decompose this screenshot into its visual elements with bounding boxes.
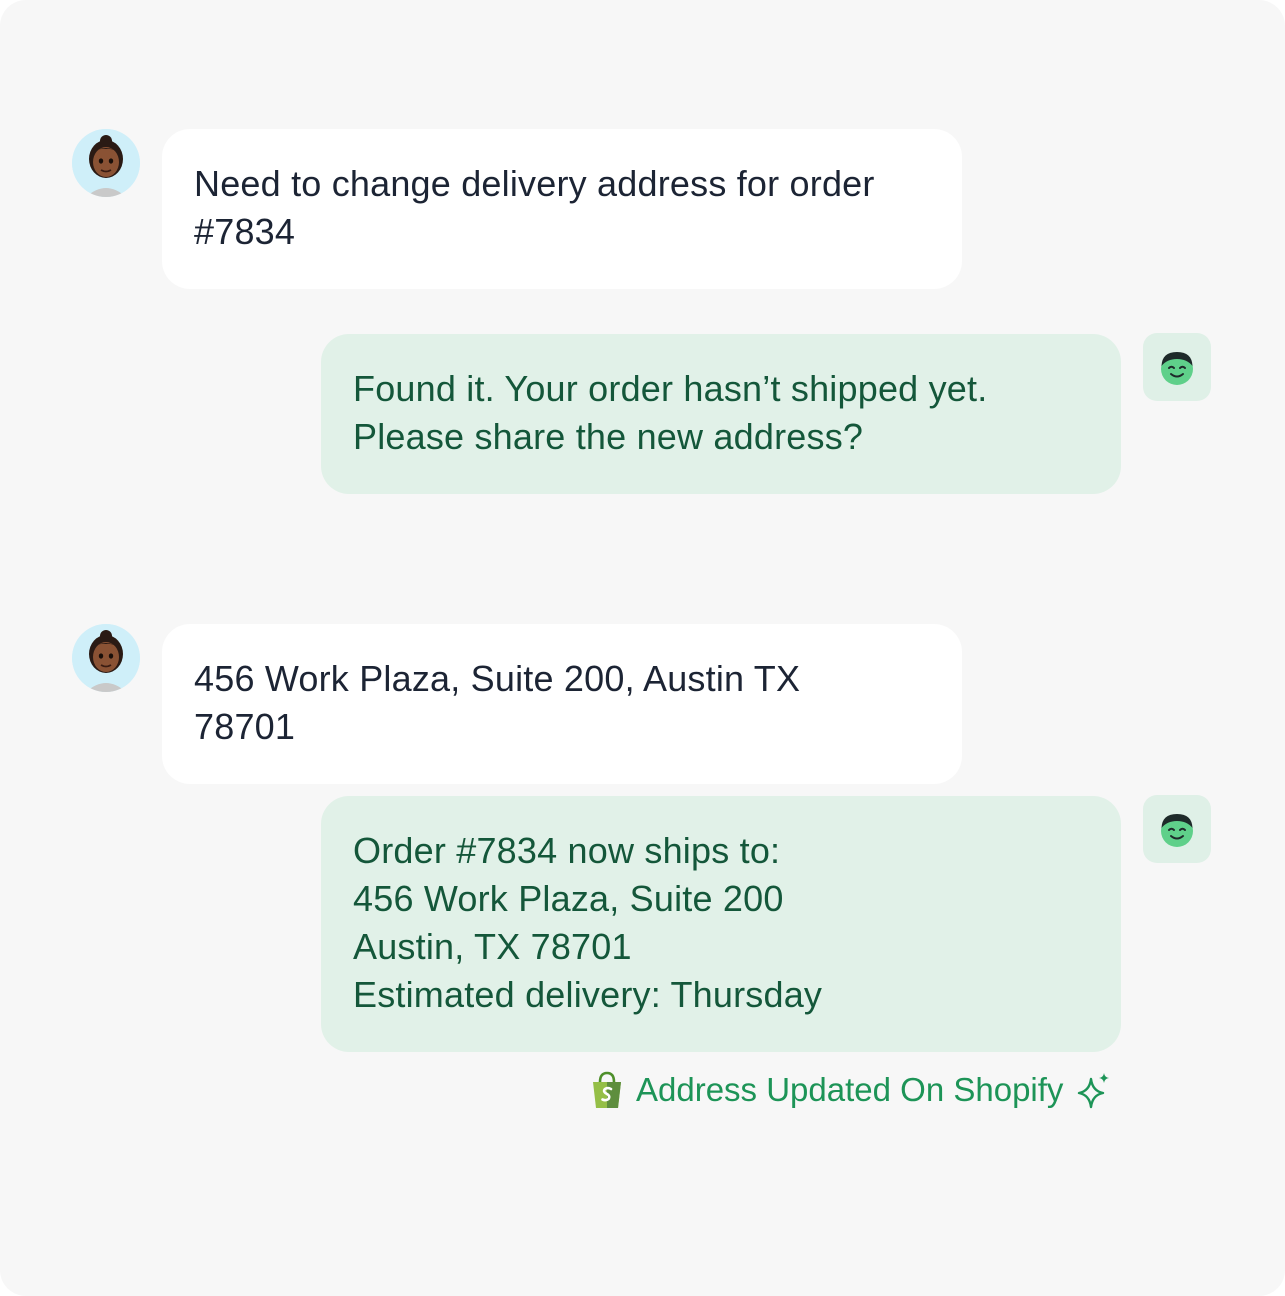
message-text-line: Estimated delivery: Thursday	[353, 974, 823, 1015]
message-text-line: Order #7834 now ships to:	[353, 830, 781, 871]
message-text-line: 456 Work Plaza, Suite 200, Austin TX	[194, 658, 801, 699]
message-bubble-bot: Order #7834 now ships to: 456 Work Plaza…	[321, 796, 1121, 1052]
message-bubble-user: 456 Work Plaza, Suite 200, Austin TX 787…	[162, 624, 962, 784]
sparkle-icon	[1078, 1073, 1110, 1109]
bot-face-icon	[1161, 352, 1193, 385]
user-avatar	[72, 129, 140, 197]
bot-face-icon	[1161, 814, 1193, 847]
woman-avatar-icon	[72, 624, 140, 692]
message-text-line: #7834	[194, 211, 296, 252]
message-text-line: Need to change delivery address for orde…	[194, 163, 875, 204]
message-bubble-user: Need to change delivery address for orde…	[162, 129, 962, 289]
chat-panel: Need to change delivery address for orde…	[0, 0, 1285, 1296]
message-text-line: 456 Work Plaza, Suite 200	[353, 878, 784, 919]
shopify-bag-icon	[593, 1071, 621, 1108]
message-text-line: Please share the new address?	[353, 416, 864, 457]
message-text-line: 78701	[194, 706, 296, 747]
bot-avatar	[1143, 333, 1211, 401]
message-text-line: Found it. Your order hasn’t shipped yet.	[353, 368, 988, 409]
message-text-line: Austin, TX 78701	[353, 926, 632, 967]
user-avatar	[72, 624, 140, 692]
status-label: Address Updated On Shopify	[636, 1071, 1064, 1108]
woman-avatar-icon	[72, 129, 140, 197]
message-bubble-bot: Found it. Your order hasn’t shipped yet.…	[321, 334, 1121, 494]
bot-avatar	[1143, 795, 1211, 863]
status-indicator: Address Updated On Shopify	[590, 1068, 1113, 1112]
